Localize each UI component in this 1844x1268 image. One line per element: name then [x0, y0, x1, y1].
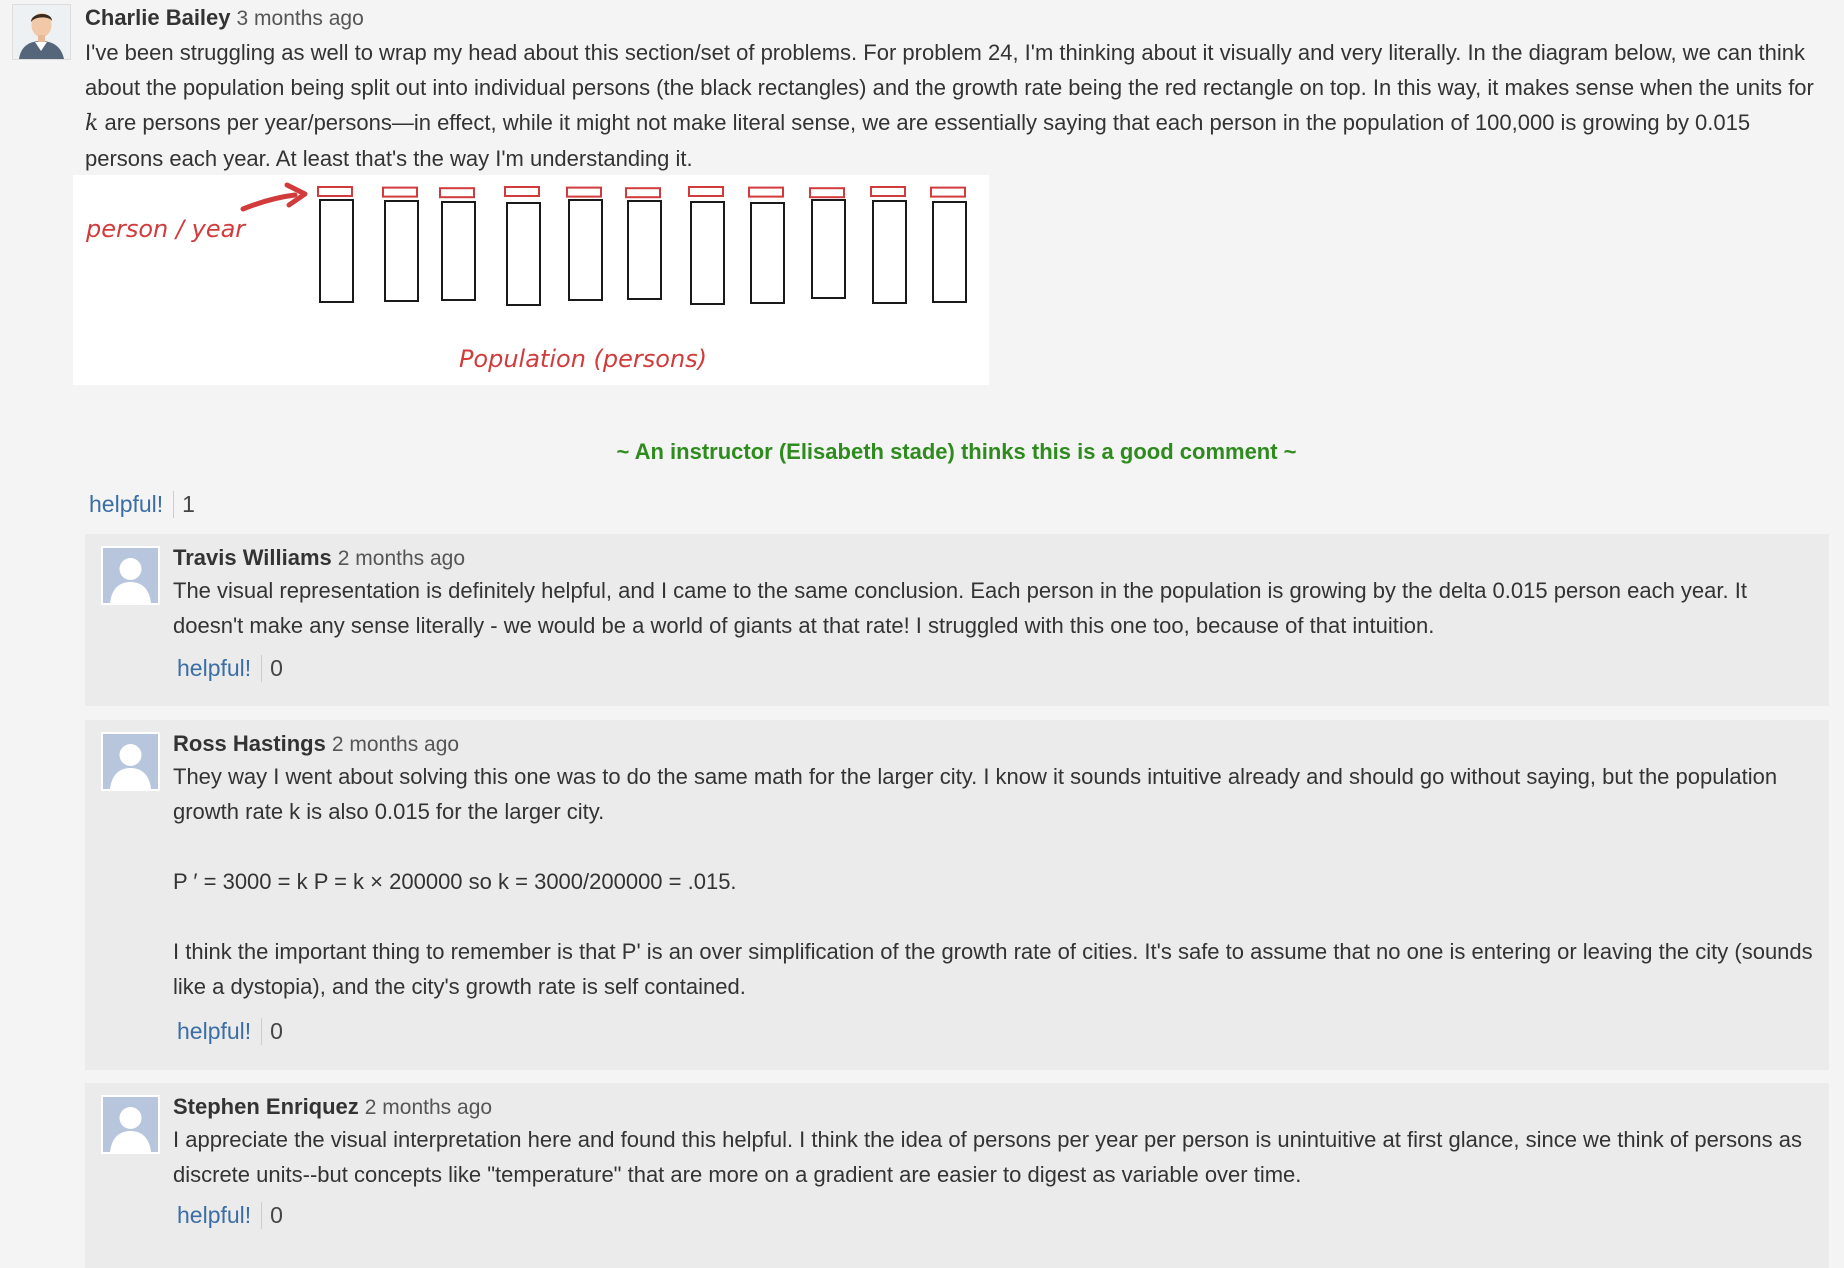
- growth-rate-rect: [688, 186, 724, 197]
- diagram-canvas: person / year Population (persons): [85, 182, 967, 373]
- default-user-icon: [103, 548, 158, 603]
- population-diagram: person / year Population (persons): [73, 175, 989, 385]
- helpful-count: 1: [173, 490, 195, 518]
- comment-paragraph: I think the important thing to remember …: [173, 939, 1813, 999]
- default-user-icon: [103, 734, 158, 789]
- person-rect: [750, 202, 785, 304]
- timestamp: 3 months ago: [236, 7, 364, 30]
- reply-comment: Ross Hastings 2 months ago They way I wen…: [85, 720, 1829, 1070]
- person-rect: [811, 199, 846, 299]
- helpful-button[interactable]: helpful!: [177, 1018, 261, 1045]
- helpful-row: helpful! 0: [177, 651, 283, 685]
- comment-text: I appreciate the visual interpretation h…: [173, 1127, 1802, 1187]
- main-comment-body: Charlie Bailey 3 months ago I've been str…: [85, 4, 1825, 176]
- person-rect: [627, 200, 662, 300]
- author-name[interactable]: Travis Williams: [173, 545, 332, 570]
- comment-meta: Travis Williams 2 months ago: [173, 544, 1813, 573]
- person-rect: [319, 199, 354, 303]
- timestamp: 2 months ago: [337, 547, 466, 570]
- avatar[interactable]: [101, 546, 160, 605]
- person-rect: [872, 200, 907, 304]
- helpful-row: helpful! 0: [177, 1198, 283, 1232]
- avatar[interactable]: [12, 4, 71, 60]
- avatar[interactable]: [101, 1095, 160, 1154]
- growth-rate-rect: [870, 186, 906, 197]
- timestamp: 2 months ago: [364, 1096, 493, 1119]
- helpful-count: 0: [261, 1201, 283, 1229]
- author-name[interactable]: Ross Hastings: [173, 731, 326, 756]
- comment-text: The visual representation is definitely …: [173, 578, 1747, 638]
- reply-comment: Travis Williams 2 months ago The visual r…: [85, 534, 1829, 706]
- growth-rate-rect: [382, 186, 418, 198]
- person-rect: [932, 201, 967, 303]
- diagram-label-population: Population (persons): [459, 345, 707, 373]
- avatar[interactable]: [101, 732, 160, 791]
- person-rect: [441, 201, 476, 301]
- growth-rate-rect: [317, 186, 353, 197]
- comment-meta: Ross Hastings 2 months ago: [173, 730, 1813, 759]
- author-name[interactable]: Charlie Bailey: [85, 5, 231, 30]
- helpful-count: 0: [261, 654, 283, 682]
- person-rect: [690, 201, 725, 305]
- person-bars: [317, 186, 967, 306]
- reply-comment: Stephen Enriquez 2 months ago I appreciat…: [85, 1083, 1829, 1268]
- helpful-button[interactable]: helpful!: [89, 491, 173, 518]
- person-rect: [568, 199, 603, 301]
- comment-text: I've been struggling as well to wrap my …: [85, 35, 1825, 176]
- variable-k: k: [85, 111, 99, 136]
- comment-paragraph: They way I went about solving this one w…: [173, 764, 1778, 824]
- comment-text-part2: are persons per year/persons—in effect, …: [85, 110, 1751, 171]
- author-name[interactable]: Stephen Enriquez: [173, 1094, 359, 1119]
- helpful-button[interactable]: helpful!: [177, 1202, 261, 1229]
- arrow-icon: [240, 192, 298, 212]
- helpful-row: helpful! 0: [177, 1014, 283, 1048]
- growth-rate-rect: [809, 187, 845, 199]
- helpful-button[interactable]: helpful!: [177, 655, 261, 682]
- helpful-count: 0: [261, 1017, 283, 1045]
- instructor-endorsement: ~ An instructor (Elisabeth stade) thinks…: [616, 439, 1297, 464]
- person-rect: [384, 200, 419, 302]
- user-photo-icon: [13, 5, 70, 59]
- comment-meta: Charlie Bailey 3 months ago: [85, 4, 1825, 33]
- growth-rate-rect: [748, 186, 784, 198]
- timestamp: 2 months ago: [331, 733, 460, 756]
- comment-text-part1: I've been struggling as well to wrap my …: [85, 40, 1814, 100]
- growth-rate-rect: [504, 186, 540, 197]
- growth-rate-rect: [625, 187, 661, 199]
- growth-rate-rect: [439, 187, 475, 199]
- person-rect: [506, 202, 541, 306]
- growth-rate-rect: [566, 186, 602, 198]
- diagram-label-person-per-year: person / year: [85, 215, 247, 243]
- reply-body: Ross Hastings 2 months ago They way I wen…: [173, 730, 1813, 1004]
- reply-body: Stephen Enriquez 2 months ago I appreciat…: [173, 1093, 1813, 1192]
- growth-rate-rect: [930, 186, 966, 198]
- default-user-icon: [103, 1097, 158, 1152]
- reply-body: Travis Williams 2 months ago The visual r…: [173, 544, 1813, 643]
- helpful-row: helpful! 1: [89, 487, 195, 521]
- comment-equation: P ′ = 3000 = k P = k × 200000 so k = 300…: [173, 869, 737, 894]
- comment-meta: Stephen Enriquez 2 months ago: [173, 1093, 1813, 1122]
